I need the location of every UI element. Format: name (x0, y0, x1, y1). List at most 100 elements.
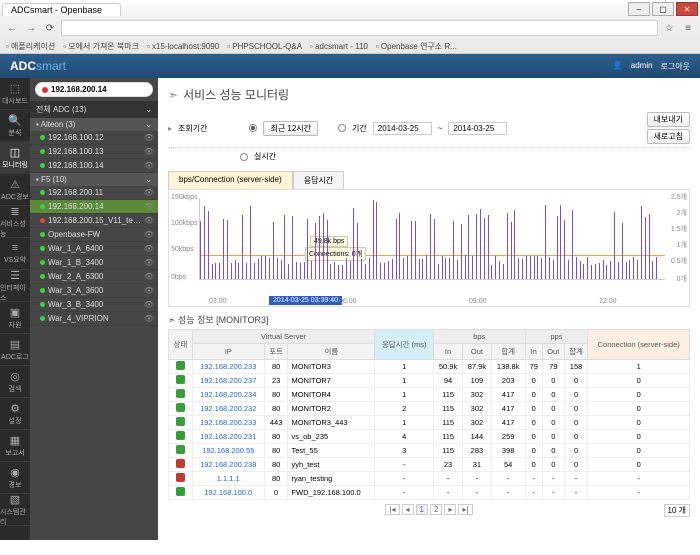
col-bps-sum[interactable]: 합계 (491, 344, 525, 360)
browser-tab[interactable]: ADCsmart - Openbase (2, 3, 121, 16)
eye-icon[interactable]: 👁 (144, 216, 154, 225)
col-pps-sum[interactable]: 합계 (564, 344, 588, 360)
tree-item[interactable]: 192.168.200.14👁 (30, 200, 158, 214)
bookmark-item[interactable]: ▫ Openbase 연구소 R... (376, 41, 457, 52)
eye-icon[interactable]: 👁 (144, 147, 154, 156)
eye-icon[interactable]: 👁 (144, 188, 154, 197)
nav-보고서[interactable]: ▦보고서 (0, 430, 30, 462)
eye-icon[interactable]: 👁 (144, 314, 154, 323)
cell-ip[interactable]: 1.1.1.1 (192, 472, 264, 486)
pager-prev[interactable]: ◂ (402, 504, 414, 515)
nav-서비스성능[interactable]: ≣서비스성능 (0, 206, 30, 238)
col-ip[interactable]: IP (192, 344, 264, 360)
table-row[interactable]: 192.168.200.233 443 MONITOR3_443 1 115 3… (169, 416, 690, 430)
tree-item[interactable]: War_3_B_3400👁 (30, 298, 158, 312)
pager-next[interactable]: ▸ (444, 504, 456, 515)
refresh-button[interactable]: 새로고침 (647, 129, 690, 144)
nav-대시보드[interactable]: ⬚대시보드 (0, 78, 30, 110)
cell-ip[interactable]: 192.168.200.234 (192, 388, 264, 402)
col-bps-in[interactable]: In (434, 344, 463, 360)
address-bar[interactable] (61, 20, 658, 36)
nav-reload-icon[interactable]: ⟳ (42, 20, 58, 36)
tree-item[interactable]: 192.168.100.14👁 (30, 159, 158, 173)
radio-recent[interactable] (249, 124, 257, 132)
window-maximize[interactable]: ▢ (652, 2, 674, 16)
nav-분석[interactable]: 🔍분석 (0, 110, 30, 142)
nav-검색[interactable]: ◎검색 (0, 366, 30, 398)
tree-all-adc[interactable]: 전체 ADC (13)⌄ (30, 101, 158, 118)
eye-icon[interactable]: 👁 (144, 258, 154, 267)
eye-icon[interactable]: 👁 (144, 202, 154, 211)
window-close[interactable]: ✕ (676, 2, 698, 16)
table-row[interactable]: 192.168.200.233 80 MONITOR3 1 50.9k 87.9… (169, 360, 690, 374)
cell-ip[interactable]: 192.168.200.232 (192, 402, 264, 416)
recent-range-select[interactable]: 최근 12시간 (263, 121, 318, 136)
bookmark-item[interactable]: ▫ x15-localhost:9090 (147, 42, 219, 51)
tree-item[interactable]: War_4_VIPRION👁 (30, 312, 158, 326)
pager-page-2[interactable]: 2 (430, 504, 442, 515)
export-button[interactable]: 내보내기 (647, 112, 690, 127)
pager-last[interactable]: ▸| (458, 504, 472, 515)
nav-ADC로그[interactable]: ▤ADC로그 (0, 334, 30, 366)
bookmark-item[interactable]: ▫ PHPSCHOOL-Q&A (227, 42, 302, 51)
window-minimize[interactable]: – (628, 2, 650, 16)
cell-ip[interactable]: 192.168.200.237 (192, 374, 264, 388)
nav-forward-icon[interactable]: → (23, 20, 39, 36)
eye-icon[interactable]: 👁 (144, 161, 154, 170)
nav-back-icon[interactable]: ← (4, 20, 20, 36)
tree-item[interactable]: War_2_A_6300👁 (30, 270, 158, 284)
performance-chart[interactable]: 150kbps 100kbps 50kbps 0bps 2.5개 2개 1.5개… (168, 189, 690, 307)
cell-ip[interactable]: 192.168.200.233 (192, 416, 264, 430)
logout-link[interactable]: 로그아웃 (661, 61, 690, 72)
col-port[interactable]: 포트 (264, 344, 288, 360)
table-row[interactable]: 192.168.200.238 80 yyh_test - 23 31 54 0… (169, 458, 690, 472)
selected-ip-pill[interactable]: 192.168.200.14 (35, 82, 153, 97)
tree-item[interactable]: 192.168.100.12👁 (30, 131, 158, 145)
radio-period[interactable] (338, 124, 346, 132)
eye-icon[interactable]: 👁 (144, 272, 154, 281)
menu-icon[interactable]: ≡ (680, 20, 696, 36)
tree-group[interactable]: ▪ Alteon (3)⌄ (30, 118, 158, 131)
table-row[interactable]: 192.168.200.237 23 MONITOR7 1 94 109 203… (169, 374, 690, 388)
eye-icon[interactable]: 👁 (144, 286, 154, 295)
table-row[interactable]: 192.168.100.0 0 FWD_192.168.100.0 - - - … (169, 486, 690, 500)
col-pps-in[interactable]: In (525, 344, 542, 360)
bookmark-item[interactable]: ▫ 모에서 가져온 북마크 (63, 41, 139, 52)
nav-인터페이스[interactable]: ☰인터페이스 (0, 270, 30, 302)
nav-모니터링[interactable]: ◫모니터링 (0, 142, 30, 174)
table-row[interactable]: 192.168.200.231 80 vs_ob_235 4 115 144 2… (169, 430, 690, 444)
eye-icon[interactable]: 👁 (144, 133, 154, 142)
bookmark-item[interactable]: ▫ 애플리케이션 (6, 41, 55, 52)
col-name[interactable]: 이름 (288, 344, 375, 360)
col-conn[interactable]: Connection (server-side) (588, 330, 690, 360)
date-from[interactable]: 2014-03-25 (373, 122, 432, 135)
bookmark-star-icon[interactable]: ☆ (661, 20, 677, 36)
tree-item[interactable]: Openbase-FW👁 (30, 228, 158, 242)
bookmark-item[interactable]: ▫ adcsmart - 110 (310, 42, 368, 51)
tree-item[interactable]: 192.168.200.15_V11_testtesttest👁 (30, 214, 158, 228)
tree-item[interactable]: 192.168.200.11👁 (30, 186, 158, 200)
col-state[interactable]: 상태 (169, 330, 193, 360)
table-row[interactable]: 192.168.200.55 80 Test_55 3 115 283 398 … (169, 444, 690, 458)
pager-page-1[interactable]: 1 (416, 504, 428, 515)
eye-icon[interactable]: 👁 (144, 244, 154, 253)
tree-group[interactable]: ▪ F5 (10)⌄ (30, 173, 158, 186)
nav-시스템관리[interactable]: ▧시스템관리 (0, 494, 30, 526)
table-row[interactable]: 192.168.200.232 80 MONITOR2 2 115 302 41… (169, 402, 690, 416)
col-resp[interactable]: 응답시간 (ms) (375, 330, 434, 360)
tree-item[interactable]: War_1_B_3400👁 (30, 256, 158, 270)
cell-ip[interactable]: 192.168.200.55 (192, 444, 264, 458)
rows-per-page[interactable]: 10 개 (664, 504, 690, 517)
nav-ADC경보[interactable]: ⚠ADC경보 (0, 174, 30, 206)
nav-설정[interactable]: ⚙설정 (0, 398, 30, 430)
tree-item[interactable]: War_1_A_6400👁 (30, 242, 158, 256)
table-row[interactable]: 192.168.200.234 80 MONITOR4 1 115 302 41… (169, 388, 690, 402)
table-row[interactable]: 1.1.1.1 80 ryan_testing - - - - - - - - (169, 472, 690, 486)
tab-response-time[interactable]: 응답시간 (293, 171, 344, 190)
tree-item[interactable]: 192.168.100.13👁 (30, 145, 158, 159)
tree-item[interactable]: War_3_A_3600👁 (30, 284, 158, 298)
cell-ip[interactable]: 192.168.200.233 (192, 360, 264, 374)
eye-icon[interactable]: 👁 (144, 230, 154, 239)
cell-ip[interactable]: 192.168.200.238 (192, 458, 264, 472)
nav-자원[interactable]: ▣자원 (0, 302, 30, 334)
